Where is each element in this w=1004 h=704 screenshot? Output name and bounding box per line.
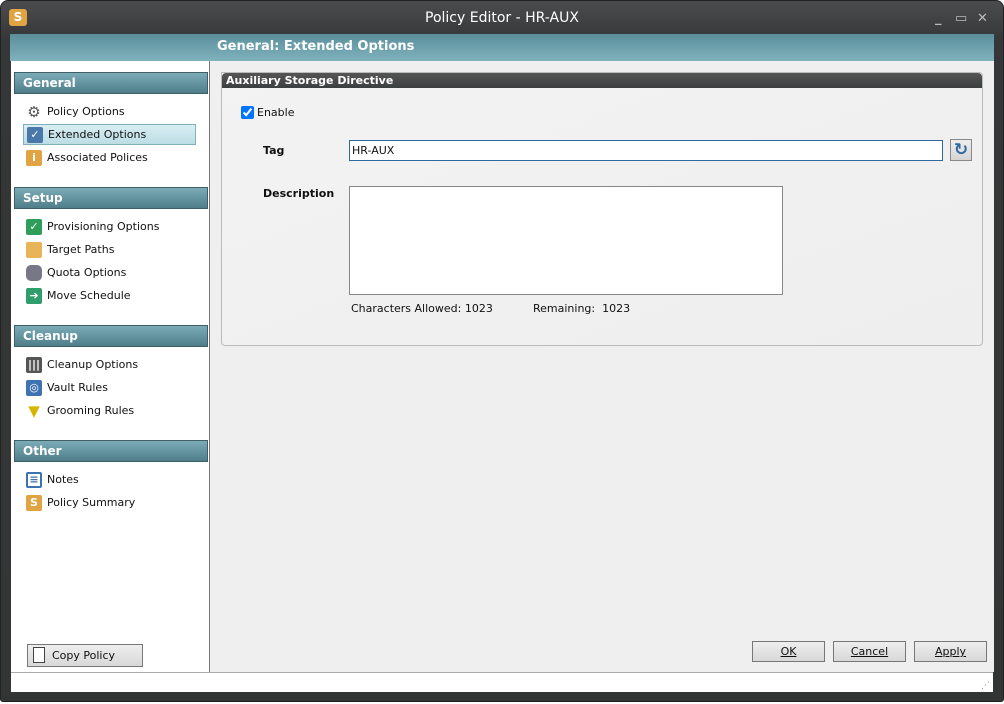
enable-checkbox-input[interactable]	[241, 106, 254, 119]
sidebar-item-extended-options[interactable]: ✓ Extended Options	[23, 124, 196, 145]
section-setup: Setup	[14, 187, 208, 209]
enable-checkbox[interactable]: Enable	[241, 106, 294, 119]
sidebar-item-notes[interactable]: ≡ Notes	[23, 470, 196, 491]
characters-allowed: Characters Allowed: 1023	[351, 302, 493, 315]
calendar-check-icon: ✓	[27, 127, 43, 143]
sidebar-item-cleanup-options[interactable]: ||| Cleanup Options	[23, 355, 196, 376]
checkmark-icon: ✓	[26, 219, 42, 235]
status-bar: ⋰	[11, 672, 993, 692]
close-button[interactable]: ✕	[977, 11, 988, 26]
scroll-info-icon: i	[26, 150, 42, 166]
maximize-button[interactable]: ▭	[955, 11, 967, 26]
refresh-tag-button[interactable]: ↻	[950, 139, 972, 161]
section-cleanup: Cleanup	[14, 325, 208, 347]
ok-button[interactable]: OK	[752, 641, 825, 662]
copy-policy-data-button[interactable]: Copy Policy Data	[27, 644, 143, 683]
resize-grip-icon[interactable]: ⋰	[981, 681, 990, 691]
apply-button[interactable]: Apply	[914, 641, 987, 662]
auxiliary-storage-panel: Auxiliary Storage Directive Enable Tag H…	[221, 72, 983, 346]
vault-icon: ◎	[26, 380, 42, 396]
minimize-button[interactable]: _	[935, 11, 942, 26]
sidebar-item-policy-options[interactable]: ⚙ Policy Options	[23, 102, 196, 123]
sidebar-item-policy-summary[interactable]: S Policy Summary	[23, 493, 196, 514]
panel-title: Auxiliary Storage Directive	[222, 73, 982, 88]
section-general: General	[14, 72, 208, 94]
sidebar-item-move-schedule[interactable]: ➔ Move Schedule	[23, 286, 196, 307]
window-title: Policy Editor - HR-AUX	[425, 10, 579, 26]
cancel-button[interactable]: Cancel	[833, 641, 906, 662]
sidebar-item-target-paths[interactable]: Target Paths	[23, 240, 196, 261]
trash-icon: |||	[26, 357, 42, 373]
characters-remaining: Remaining: 1023	[533, 302, 631, 315]
description-label: Description	[263, 187, 335, 200]
tag-label: Tag	[263, 144, 285, 157]
sidebar-item-associated-polices[interactable]: i Associated Polices	[23, 148, 196, 169]
sidebar: General ⚙ Policy Options ✓ Extended Option…	[11, 61, 210, 683]
sidebar-item-vault-rules[interactable]: ◎ Vault Rules	[23, 378, 196, 399]
refresh-icon: ↻	[953, 140, 969, 160]
sidebar-item-quota-options[interactable]: Quota Options	[23, 263, 196, 284]
main-content: Auxiliary Storage Directive Enable Tag H…	[210, 61, 994, 672]
scroll-search-icon: S	[26, 495, 42, 511]
section-other: Other	[14, 440, 208, 462]
tag-input[interactable]: HR-AUX	[349, 140, 943, 161]
filter-database-icon: ▼	[28, 402, 40, 420]
database-chart-icon	[26, 265, 42, 281]
copy-document-icon	[33, 647, 45, 663]
sidebar-item-grooming-rules[interactable]: ▼ Grooming Rules	[23, 401, 196, 422]
sidebar-item-provisioning-options[interactable]: ✓ Provisioning Options	[23, 217, 196, 238]
notepad-icon: ≡	[26, 472, 42, 488]
folder-network-icon	[26, 242, 42, 258]
description-textarea[interactable]	[349, 186, 783, 295]
gear-icon: ⚙	[27, 103, 41, 121]
page-header: General: Extended Options	[10, 34, 994, 61]
page-title: General: Extended Options	[217, 39, 415, 54]
arrow-right-icon: ➔	[26, 288, 42, 304]
